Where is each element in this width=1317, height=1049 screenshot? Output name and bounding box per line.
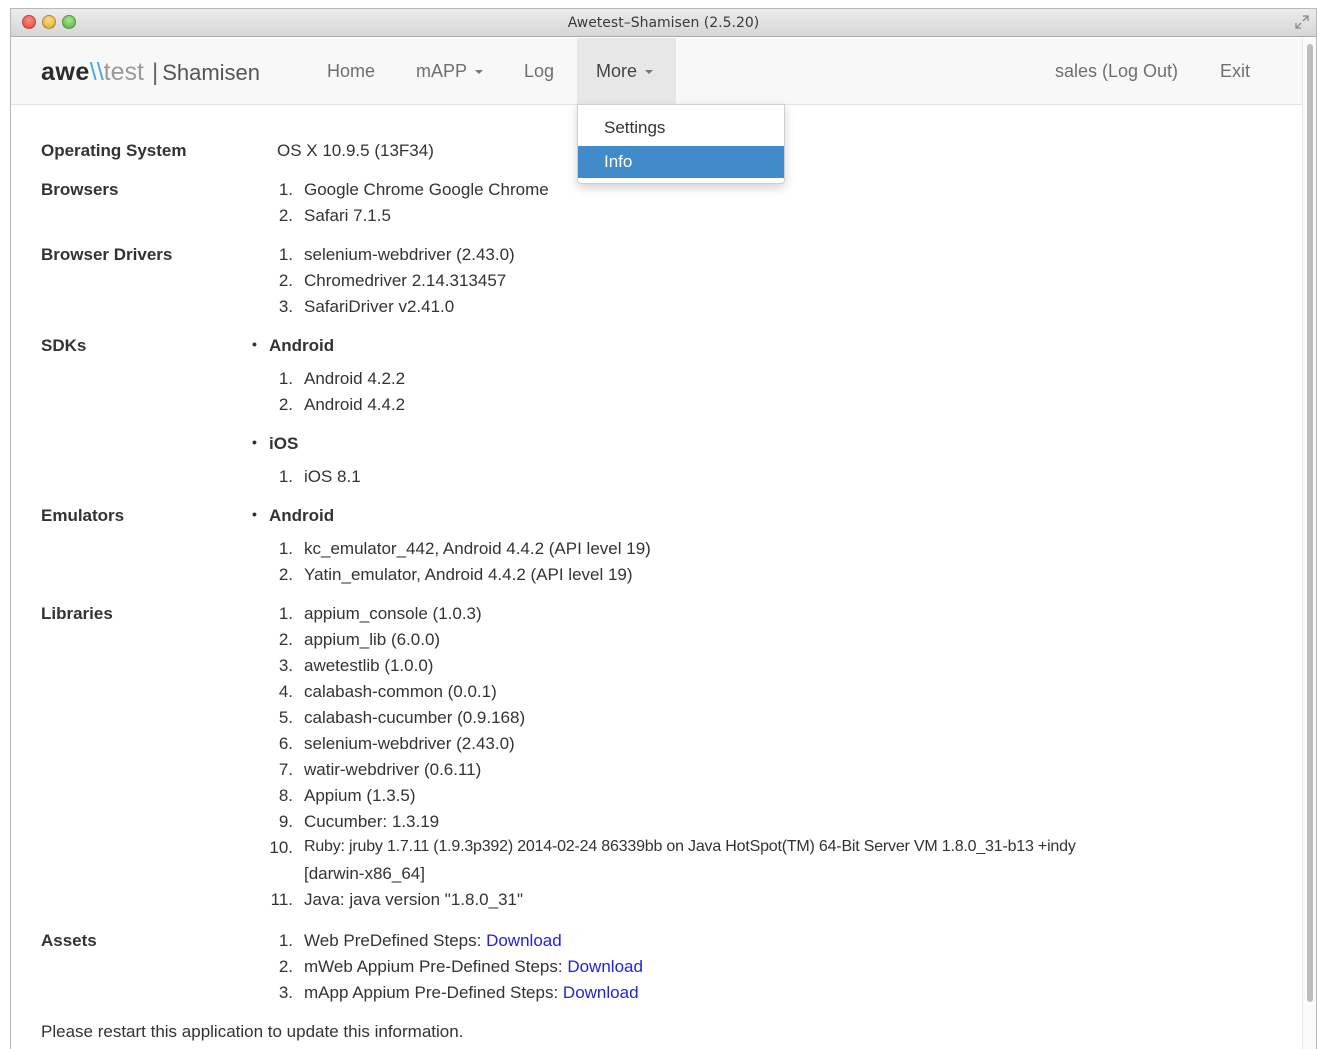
list-number: 3. bbox=[278, 983, 293, 1002]
sdk-ios-heading: iOS bbox=[252, 434, 298, 454]
nav-more-label: More bbox=[596, 61, 638, 81]
list-number: 2. bbox=[278, 206, 293, 225]
list-number: 2. bbox=[278, 271, 293, 290]
list-number: 6. bbox=[278, 734, 293, 753]
browser-item: Google Chrome Google Chrome bbox=[304, 180, 549, 199]
list-number: 3. bbox=[278, 297, 293, 316]
library-item: Java: java version "1.8.0_31" bbox=[304, 890, 524, 909]
library-item: calabash-cucumber (0.9.168) bbox=[304, 708, 526, 727]
sdk-item: Android 4.2.2 bbox=[304, 369, 406, 388]
brand-separator: | bbox=[151, 59, 159, 86]
driver-item: selenium-webdriver (2.43.0) bbox=[304, 245, 515, 264]
os-label: Operating System bbox=[41, 141, 187, 160]
library-item: watir-webdriver (0.6.11) bbox=[304, 760, 482, 779]
nav-user-logout[interactable]: sales (Log Out) bbox=[1055, 38, 1178, 104]
list-number: 7. bbox=[278, 760, 293, 779]
nav-more-dropdown[interactable]: More bbox=[577, 38, 676, 104]
fullscreen-icon[interactable] bbox=[1294, 14, 1310, 30]
list-number: 2. bbox=[278, 957, 293, 976]
list-number: 2. bbox=[278, 395, 293, 414]
nav-exit[interactable]: Exit bbox=[1220, 38, 1250, 104]
download-link[interactable]: Download bbox=[486, 931, 562, 950]
list-number: 1. bbox=[278, 369, 293, 388]
top-navbar: awe\\test | Shamisen Home mAPP Log More sa… bbox=[11, 38, 1302, 105]
browser-item: Safari 7.1.5 bbox=[304, 206, 391, 225]
asset-item: Web PreDefined Steps: Download bbox=[304, 931, 562, 951]
nav-mapp-dropdown[interactable]: mAPP bbox=[416, 38, 484, 104]
download-link[interactable]: Download bbox=[567, 957, 643, 976]
emulator-android-heading: Android bbox=[252, 506, 334, 526]
menu-item-settings[interactable]: Settings bbox=[578, 112, 784, 144]
menu-item-info[interactable]: Info bbox=[578, 146, 784, 178]
more-dropdown-menu: Settings Info bbox=[577, 104, 785, 184]
brand-app-name: Shamisen bbox=[162, 60, 261, 85]
library-item: Appium (1.3.5) bbox=[304, 786, 416, 805]
library-item: appium_lib (6.0.0) bbox=[304, 630, 441, 649]
driver-item: Chromedriver 2.14.313457 bbox=[304, 271, 507, 290]
list-number: 2. bbox=[278, 565, 293, 584]
asset-item: mWeb Appium Pre-Defined Steps: Download bbox=[304, 957, 643, 977]
emulator-item: Yatin_emulator, Android 4.4.2 (API level… bbox=[304, 565, 633, 584]
list-number: 11. bbox=[270, 890, 293, 909]
info-content: Operating System OS X 10.9.5 (13F34) Bro… bbox=[41, 105, 1302, 1049]
list-number: 1. bbox=[278, 180, 293, 199]
brand-slash: \\ bbox=[89, 58, 104, 86]
library-item: Cucumber: 1.3.19 bbox=[304, 812, 440, 831]
asset-label: Web PreDefined Steps: bbox=[304, 931, 482, 950]
os-value: OS X 10.9.5 (13F34) bbox=[277, 141, 434, 160]
browsers-label: Browsers bbox=[41, 180, 119, 199]
download-link[interactable]: Download bbox=[563, 983, 639, 1002]
sdks-label: SDKs bbox=[41, 336, 87, 355]
list-number: 1. bbox=[278, 931, 293, 950]
nav-log[interactable]: Log bbox=[524, 38, 554, 104]
library-item: appium_console (1.0.3) bbox=[304, 604, 482, 623]
asset-label: mApp Appium Pre-Defined Steps: bbox=[304, 983, 559, 1002]
asset-label: mWeb Appium Pre-Defined Steps: bbox=[304, 957, 563, 976]
libraries-label: Libraries bbox=[41, 604, 113, 623]
restart-notice: Please restart this application to updat… bbox=[41, 1022, 464, 1041]
library-item-continuation: [darwin-x86_64] bbox=[304, 864, 425, 883]
assets-label: Assets bbox=[41, 931, 97, 950]
brand-test: test bbox=[103, 58, 144, 86]
nav-home[interactable]: Home bbox=[327, 38, 375, 104]
nav-mapp-label: mAPP bbox=[416, 61, 468, 81]
chevron-down-icon bbox=[645, 70, 654, 75]
title-bar: Awetest–Shamisen (2.5.20) bbox=[11, 9, 1316, 37]
list-number: 8. bbox=[278, 786, 293, 805]
emulator-item: kc_emulator_442, Android 4.4.2 (API leve… bbox=[304, 539, 651, 558]
list-number: 5. bbox=[278, 708, 293, 727]
list-number: 2. bbox=[278, 630, 293, 649]
library-item: selenium-webdriver (2.43.0) bbox=[304, 734, 515, 753]
library-item: Ruby: jruby 1.7.11 (1.9.3p392) 2014-02-2… bbox=[304, 838, 1076, 855]
list-number: 1. bbox=[278, 539, 293, 558]
list-number: 9. bbox=[278, 812, 293, 831]
brand-awe: awe bbox=[41, 58, 90, 86]
library-item: awetestlib (1.0.0) bbox=[304, 656, 434, 675]
list-number: 1. bbox=[278, 245, 293, 264]
sdk-android-heading: Android bbox=[252, 336, 334, 356]
drivers-label: Browser Drivers bbox=[41, 245, 173, 264]
app-window: Awetest–Shamisen (2.5.20) awe\\test | Sham… bbox=[10, 8, 1317, 1049]
list-number: 4. bbox=[278, 682, 293, 701]
list-number: 10. bbox=[269, 838, 293, 857]
chevron-down-icon bbox=[475, 70, 484, 75]
list-number: 3. bbox=[278, 656, 293, 675]
emulators-label: Emulators bbox=[41, 506, 125, 525]
scrollbar-thumb[interactable] bbox=[1307, 44, 1313, 1002]
list-number: 1. bbox=[278, 467, 293, 486]
vertical-scrollbar[interactable] bbox=[1302, 38, 1316, 1049]
brand-logo[interactable]: awe\\test | Shamisen bbox=[41, 57, 260, 88]
list-number: 1. bbox=[278, 604, 293, 623]
sdk-item: iOS 8.1 bbox=[304, 467, 361, 486]
library-item: calabash-common (0.0.1) bbox=[304, 682, 497, 701]
asset-item: mApp Appium Pre-Defined Steps: Download bbox=[304, 983, 639, 1003]
driver-item: SafariDriver v2.41.0 bbox=[304, 297, 455, 316]
sdk-item: Android 4.4.2 bbox=[304, 395, 406, 414]
window-title: Awetest–Shamisen (2.5.20) bbox=[567, 15, 760, 31]
